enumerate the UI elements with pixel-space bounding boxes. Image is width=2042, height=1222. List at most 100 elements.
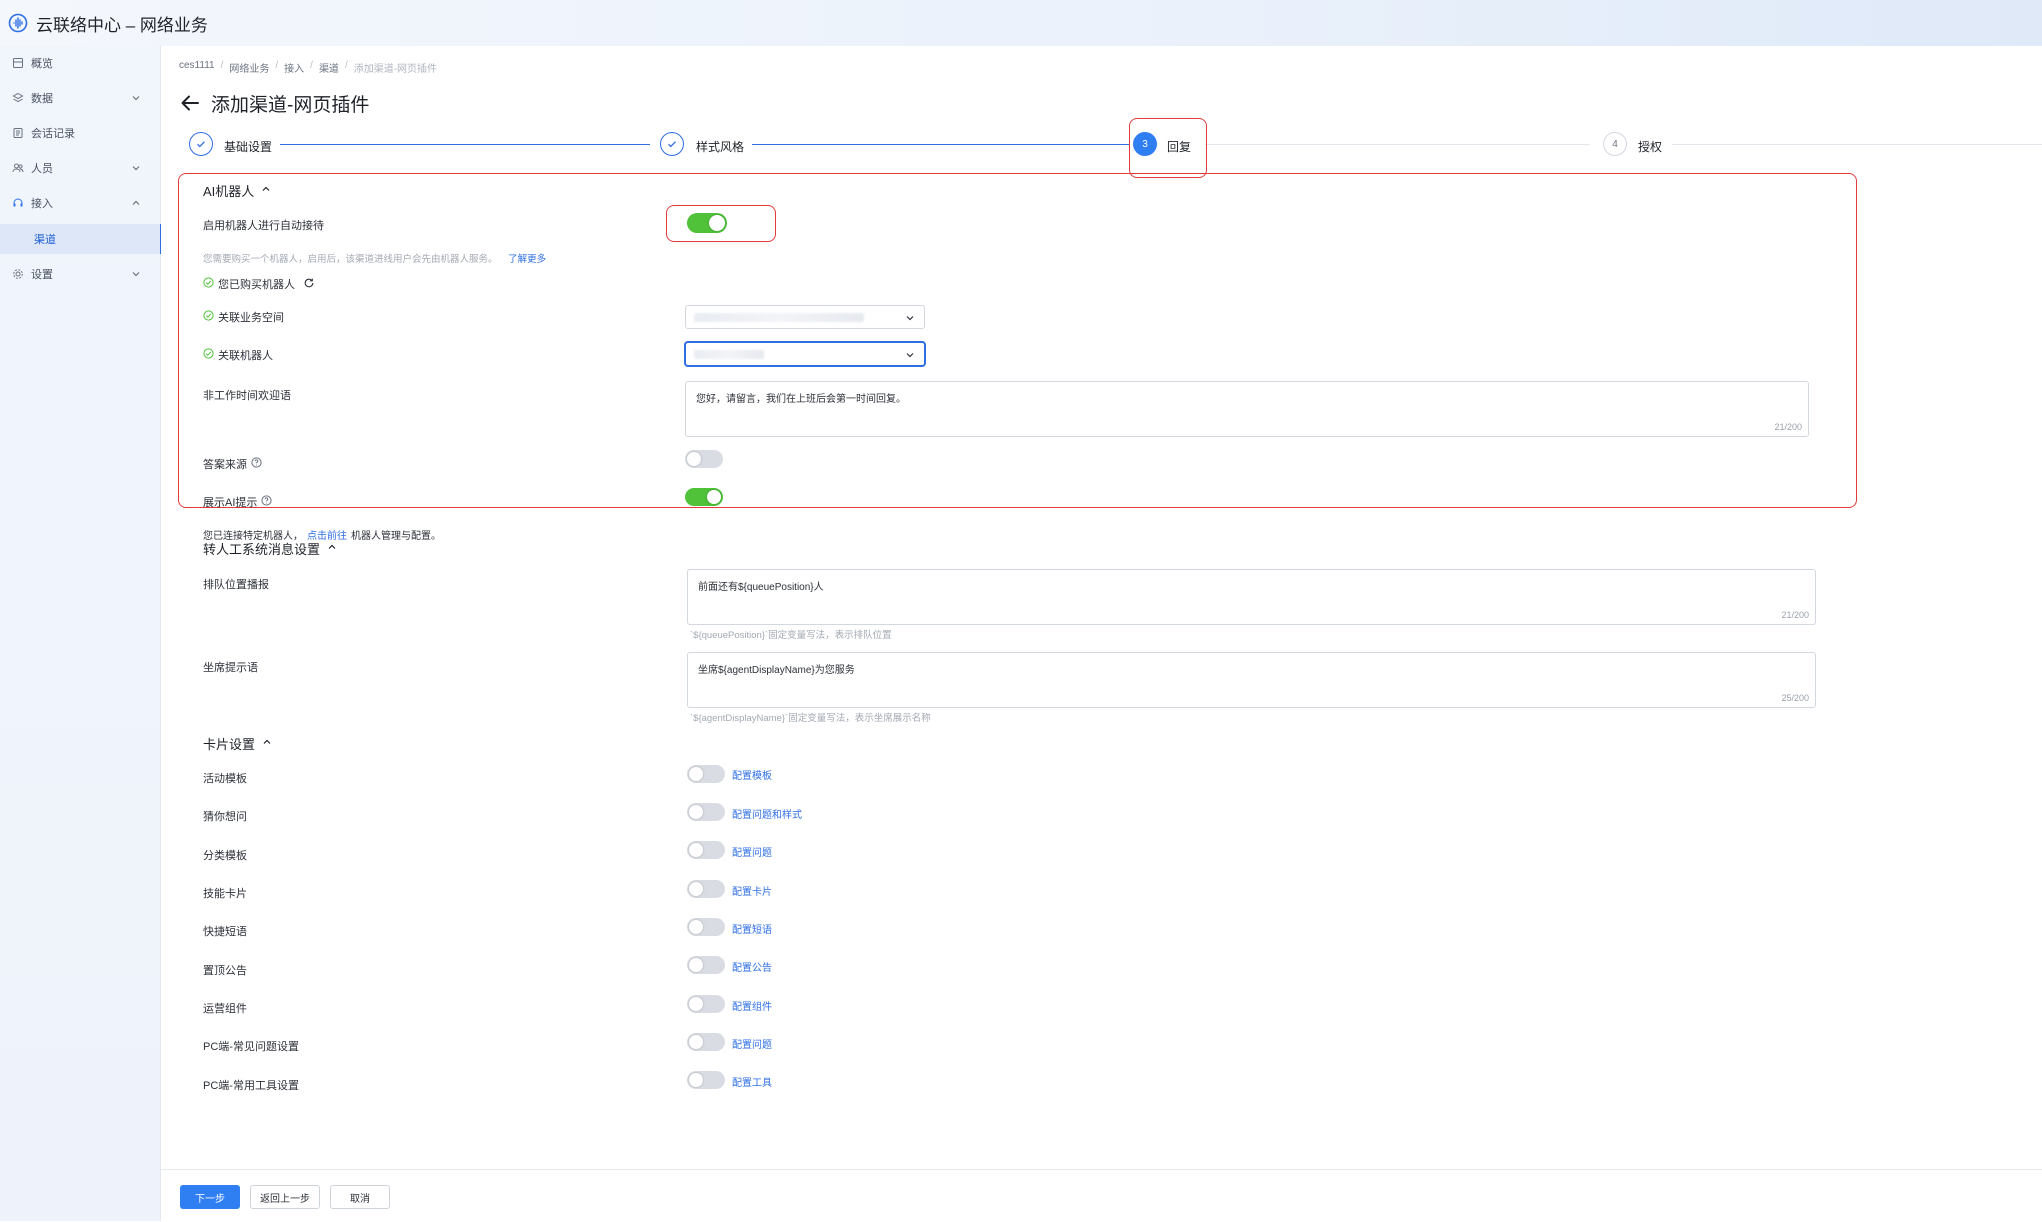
workspace-select[interactable] [685, 305, 925, 329]
sidebar-item-channel[interactable]: 渠道 [0, 224, 162, 254]
sidebar-item-label: 接入 [31, 198, 53, 210]
workspace-row: 关联业务空间 [203, 309, 284, 325]
card-toggle-operation[interactable] [687, 995, 725, 1013]
queue-label: 排队位置播报 [203, 579, 269, 591]
section-title-text: AI机器人 [203, 184, 255, 199]
card-label-category: 分类模板 [203, 850, 247, 862]
page-title: 添加渠道-网页插件 [211, 94, 370, 116]
blurred-value [694, 313, 864, 322]
chevron-up-icon [326, 541, 338, 556]
agent-text: 坐席${agentDisplayName}为您服务 [698, 665, 855, 676]
step-connector [1205, 144, 1590, 145]
back-arrow-icon[interactable] [179, 92, 201, 114]
section-title-cards[interactable]: 卡片设置 [203, 734, 273, 753]
queue-text: 前面还有${queuePosition}人 [698, 582, 824, 593]
learn-more-link[interactable]: 了解更多 [508, 254, 546, 265]
queue-textarea[interactable]: 前面还有${queuePosition}人 21/200 [687, 569, 1816, 625]
card-toggle-notice[interactable] [687, 956, 725, 974]
chevron-down-icon [130, 268, 142, 280]
footer-bar [161, 1169, 2042, 1222]
show-ai-toggle[interactable] [685, 488, 723, 506]
breadcrumb: ces1111/ 网络业务 / 接入 / 渠道 / 添加渠道-网页插件 [179, 60, 438, 75]
section-title-transfer[interactable]: 转人工系统消息设置 [203, 539, 338, 558]
check-circle-icon [203, 310, 214, 324]
card-link-activity[interactable]: 配置模板 [732, 767, 772, 782]
agent-hint: `${agentDisplayName}`固定变量写法，表示坐席展示名称 [690, 713, 931, 724]
offhours-count: 21/200 [1774, 422, 1802, 432]
next-button[interactable]: 下一步 [180, 1185, 240, 1209]
highlight-box-step [1129, 118, 1207, 178]
sidebar-item-access[interactable]: 接入 [0, 186, 160, 220]
gear-icon [12, 268, 24, 280]
agent-label: 坐席提示语 [203, 662, 258, 674]
blurred-value [694, 350, 764, 359]
sidebar-item-data[interactable]: 数据 [0, 81, 160, 115]
purchased-robot-row: 您已购买机器人 [203, 276, 315, 292]
workspace-label: 关联业务空间 [218, 312, 284, 324]
check-circle-icon [203, 277, 214, 291]
card-label-pc-faq: PC端-常见问题设置 [203, 1041, 299, 1053]
sidebar-item-label: 概览 [31, 58, 53, 70]
breadcrumb-item[interactable]: 渠道 [319, 60, 339, 75]
sidebar-item-settings[interactable]: 设置 [0, 257, 160, 291]
card-toggle-category[interactable] [687, 841, 725, 859]
section-title-text: 卡片设置 [203, 737, 256, 752]
queue-count: 21/200 [1781, 610, 1809, 620]
card-toggle-activity[interactable] [687, 765, 725, 783]
card-toggle-pc-tools[interactable] [687, 1071, 725, 1089]
answer-source-toggle[interactable] [685, 450, 723, 468]
section-title-ai-robot[interactable]: AI机器人 [203, 181, 272, 200]
step-1-check-icon[interactable] [189, 132, 213, 156]
enable-robot-toggle[interactable] [687, 213, 727, 233]
card-toggle-pc-faq[interactable] [687, 1033, 725, 1051]
headset-icon [12, 197, 24, 209]
previous-button[interactable]: 返回上一步 [250, 1185, 320, 1209]
card-link-pc-tools[interactable]: 配置工具 [732, 1074, 772, 1089]
card-link-category[interactable]: 配置问题 [732, 844, 772, 859]
chevron-down-icon [904, 312, 916, 324]
card-link-guess[interactable]: 配置问题和样式 [732, 806, 802, 821]
card-toggle-skill[interactable] [687, 880, 725, 898]
step-4-label: 授权 [1638, 140, 1663, 154]
step-2-check-icon[interactable] [660, 132, 684, 156]
sidebar-item-people[interactable]: 人员 [0, 151, 160, 185]
purchased-robot-label: 您已购买机器人 [218, 279, 295, 291]
step-2-label: 样式风格 [696, 140, 745, 154]
breadcrumb-item[interactable]: 接入 [284, 60, 304, 75]
help-icon[interactable] [251, 457, 262, 471]
section-title-text: 转人工系统消息设置 [203, 542, 321, 557]
card-link-skill[interactable]: 配置卡片 [732, 883, 772, 898]
refresh-icon[interactable] [303, 277, 315, 292]
help-icon[interactable] [261, 495, 273, 509]
show-ai-label: 展示AI提示 [203, 497, 258, 509]
enable-robot-label: 启用机器人进行自动接待 [203, 220, 324, 232]
card-label-activity: 活动模板 [203, 773, 247, 785]
queue-hint: `${queuePosition}`固定变量写法，表示排队位置 [690, 630, 892, 641]
agent-textarea[interactable]: 坐席${agentDisplayName}为您服务 25/200 [687, 652, 1816, 708]
card-link-notice[interactable]: 配置公告 [732, 959, 772, 974]
breadcrumb-item[interactable]: ces1111 [179, 60, 215, 75]
answer-source-label: 答案来源 [203, 459, 247, 471]
app-title: 云联络中心 – 网络业务 [36, 15, 208, 35]
breadcrumb-item[interactable]: 网络业务 [229, 60, 269, 75]
chevron-down-icon [130, 162, 142, 174]
card-link-phrase[interactable]: 配置短语 [732, 921, 772, 936]
step-4-number[interactable]: 4 [1603, 132, 1627, 156]
card-link-operation[interactable]: 配置组件 [732, 998, 772, 1013]
data-icon [12, 92, 24, 104]
robot-label: 关联机器人 [218, 350, 273, 362]
records-icon [12, 127, 24, 139]
step-connector [280, 144, 650, 145]
card-toggle-guess[interactable] [687, 803, 725, 821]
chevron-down-icon [130, 92, 142, 104]
sidebar-item-records[interactable]: 会话记录 [0, 116, 160, 150]
cancel-button[interactable]: 取消 [330, 1185, 390, 1209]
offhours-textarea[interactable]: 您好，请留言，我们在上班后会第一时间回复。 21/200 [685, 381, 1809, 437]
sidebar: 概览 数据 会话记录 人员 接入 渠道 设置 [0, 46, 162, 1221]
sidebar-item-overview[interactable]: 概览 [0, 46, 160, 80]
chevron-up-icon [261, 736, 273, 751]
robot-select[interactable] [685, 342, 925, 366]
card-toggle-phrase[interactable] [687, 918, 725, 936]
sidebar-item-label: 会话记录 [31, 128, 75, 140]
card-link-pc-faq[interactable]: 配置问题 [732, 1036, 772, 1051]
